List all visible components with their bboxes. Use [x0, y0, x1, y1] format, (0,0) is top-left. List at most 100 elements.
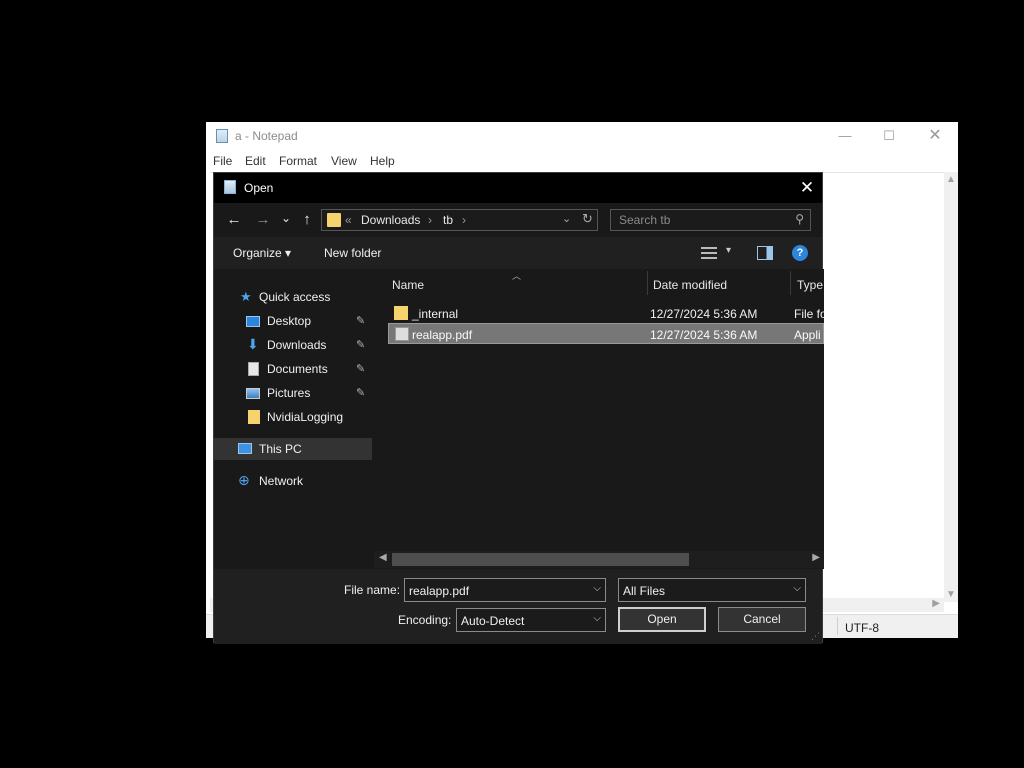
- view-dropdown-icon[interactable]: ▾: [726, 245, 731, 256]
- menu-view[interactable]: View: [331, 154, 357, 168]
- open-dialog: Open ✕ ← → ⌄ ↑ « Downloads › tb › ⌄ ↻ Se…: [213, 172, 824, 644]
- scrollbar-thumb[interactable]: [392, 553, 689, 566]
- dialog-close-button[interactable]: ✕: [792, 173, 822, 203]
- encoding-value: Auto-Detect: [461, 614, 525, 628]
- pin-icon: ✎: [356, 387, 366, 399]
- menu-format[interactable]: Format: [279, 154, 317, 168]
- column-type[interactable]: Type: [797, 278, 823, 292]
- folder-icon: [248, 410, 260, 424]
- dialog-title-bar: Open ✕: [214, 173, 822, 203]
- scroll-left-icon[interactable]: ◀: [379, 552, 387, 563]
- close-button[interactable]: ✕: [912, 122, 958, 150]
- nav-item-nvidialogging[interactable]: NvidiaLogging: [214, 406, 372, 428]
- file-type-value: All Files: [623, 584, 666, 598]
- chevron-down-icon[interactable]: ⌄: [562, 212, 571, 225]
- cancel-button[interactable]: Cancel: [718, 607, 806, 632]
- pictures-icon: [246, 388, 260, 399]
- menu-help[interactable]: Help: [370, 154, 395, 168]
- file-name: _internal: [412, 307, 459, 321]
- view-options-icon[interactable]: [701, 247, 717, 259]
- application-icon: [395, 327, 409, 341]
- notepad-menu-bar: File Edit Format View Help: [206, 150, 958, 172]
- notepad-vertical-scrollbar[interactable]: ▲ ▼: [944, 172, 958, 602]
- recent-locations-icon[interactable]: ⌄: [276, 208, 296, 228]
- breadcrumb-downloads[interactable]: Downloads: [361, 213, 420, 227]
- search-icon[interactable]: ⚲: [795, 212, 804, 226]
- nav-item-quick-access[interactable]: ★ Quick access: [214, 286, 372, 308]
- column-divider[interactable]: [790, 271, 791, 295]
- nav-item-label: Quick access: [259, 290, 331, 304]
- column-date-modified[interactable]: Date modified: [653, 278, 727, 292]
- menu-edit[interactable]: Edit: [245, 154, 266, 168]
- file-row-realapp[interactable]: realapp.pdf 12/27/2024 5:36 AM Appli: [388, 323, 824, 344]
- column-name[interactable]: Name: [392, 278, 424, 292]
- scroll-right-icon[interactable]: ▶: [812, 552, 820, 563]
- network-icon: ⊕: [238, 472, 250, 488]
- documents-icon: [248, 362, 259, 376]
- dialog-title: Open: [244, 181, 274, 195]
- up-arrow-icon[interactable]: ↑: [297, 210, 317, 230]
- preview-pane-icon[interactable]: [757, 246, 773, 260]
- file-name-combobox[interactable]: realapp.pdf ⌵: [404, 578, 606, 602]
- chevron-down-icon[interactable]: ⌵: [593, 613, 601, 624]
- file-name-field[interactable]: realapp.pdf: [409, 584, 469, 598]
- nav-item-label: Downloads: [267, 338, 327, 352]
- nav-item-label: Documents: [267, 362, 328, 376]
- download-icon: ⬇: [247, 336, 259, 352]
- maximize-button[interactable]: ☐: [866, 122, 912, 150]
- encoding-label: Encoding:: [398, 613, 452, 627]
- scroll-down-icon[interactable]: ▼: [946, 589, 956, 600]
- file-type-select[interactable]: All Files ⌵: [618, 578, 806, 602]
- forward-arrow-icon[interactable]: →: [253, 210, 273, 230]
- file-type: File fo: [794, 307, 824, 321]
- scroll-right-icon[interactable]: ▶: [932, 598, 940, 609]
- notepad-icon: [224, 180, 236, 194]
- file-date: 12/27/2024 5:36 AM: [650, 307, 758, 321]
- breadcrumb-chevron[interactable]: ›: [428, 213, 432, 227]
- organize-button[interactable]: Organize ▾: [233, 246, 291, 260]
- pin-icon: ✎: [356, 339, 366, 351]
- chevron-down-icon[interactable]: ⌵: [593, 583, 601, 594]
- pin-icon: ✎: [356, 363, 366, 375]
- minimize-button[interactable]: —: [822, 122, 868, 150]
- file-date: 12/27/2024 5:36 AM: [650, 328, 758, 342]
- dialog-footer: File name: realapp.pdf ⌵ All Files ⌵ Enc…: [214, 569, 822, 644]
- nav-item-label: Network: [259, 474, 304, 488]
- refresh-icon[interactable]: ↻: [582, 211, 593, 227]
- file-list[interactable]: ︿ Name Date modified Type _internal 12/2…: [372, 269, 824, 569]
- search-box[interactable]: Search tb ⚲: [610, 209, 811, 231]
- new-folder-button[interactable]: New folder: [324, 246, 381, 260]
- menu-file[interactable]: File: [213, 154, 232, 168]
- resize-grip-icon[interactable]: ⋰: [811, 631, 820, 642]
- navigation-bar: ← → ⌄ ↑ « Downloads › tb › ⌄ ↻ Search tb…: [214, 203, 822, 237]
- nav-item-label: NvidiaLogging: [267, 410, 344, 424]
- file-list-horizontal-scrollbar[interactable]: ◀ ▶: [374, 551, 824, 568]
- open-button[interactable]: Open: [618, 607, 706, 632]
- scroll-up-icon[interactable]: ▲: [946, 174, 956, 185]
- address-bar[interactable]: « Downloads › tb › ⌄ ↻: [321, 209, 598, 231]
- file-row-internal[interactable]: _internal 12/27/2024 5:36 AM File fo: [388, 303, 824, 324]
- breadcrumb-overflow[interactable]: «: [345, 213, 352, 227]
- navigation-pane: ★ Quick access Desktop ✎ ⬇ Downloads ✎ D…: [214, 269, 372, 569]
- command-toolbar: Organize ▾ New folder ▾ ?: [214, 237, 822, 269]
- star-icon: ★: [240, 289, 252, 304]
- nav-item-network[interactable]: ⊕ Network: [214, 470, 372, 492]
- file-name-label: File name:: [344, 583, 401, 597]
- breadcrumb-tb[interactable]: tb: [443, 213, 453, 227]
- nav-item-documents[interactable]: Documents ✎: [214, 358, 372, 380]
- notepad-title-bar: a - Notepad — ☐ ✕: [206, 122, 958, 150]
- encoding-select[interactable]: Auto-Detect ⌵: [456, 608, 606, 632]
- status-encoding: UTF-8: [845, 621, 879, 635]
- computer-icon: [238, 443, 252, 454]
- search-input[interactable]: Search tb: [619, 213, 670, 227]
- chevron-down-icon[interactable]: ⌵: [793, 583, 801, 594]
- back-arrow-icon[interactable]: ←: [224, 210, 244, 230]
- nav-item-pictures[interactable]: Pictures ✎: [214, 382, 372, 404]
- column-divider[interactable]: [647, 271, 648, 295]
- breadcrumb-chevron[interactable]: ›: [462, 213, 466, 227]
- nav-item-desktop[interactable]: Desktop ✎: [214, 310, 372, 332]
- nav-item-this-pc[interactable]: This PC: [214, 438, 372, 460]
- nav-item-downloads[interactable]: ⬇ Downloads ✎: [214, 334, 372, 356]
- help-icon[interactable]: ?: [792, 245, 808, 261]
- file-name: realapp.pdf: [412, 328, 473, 342]
